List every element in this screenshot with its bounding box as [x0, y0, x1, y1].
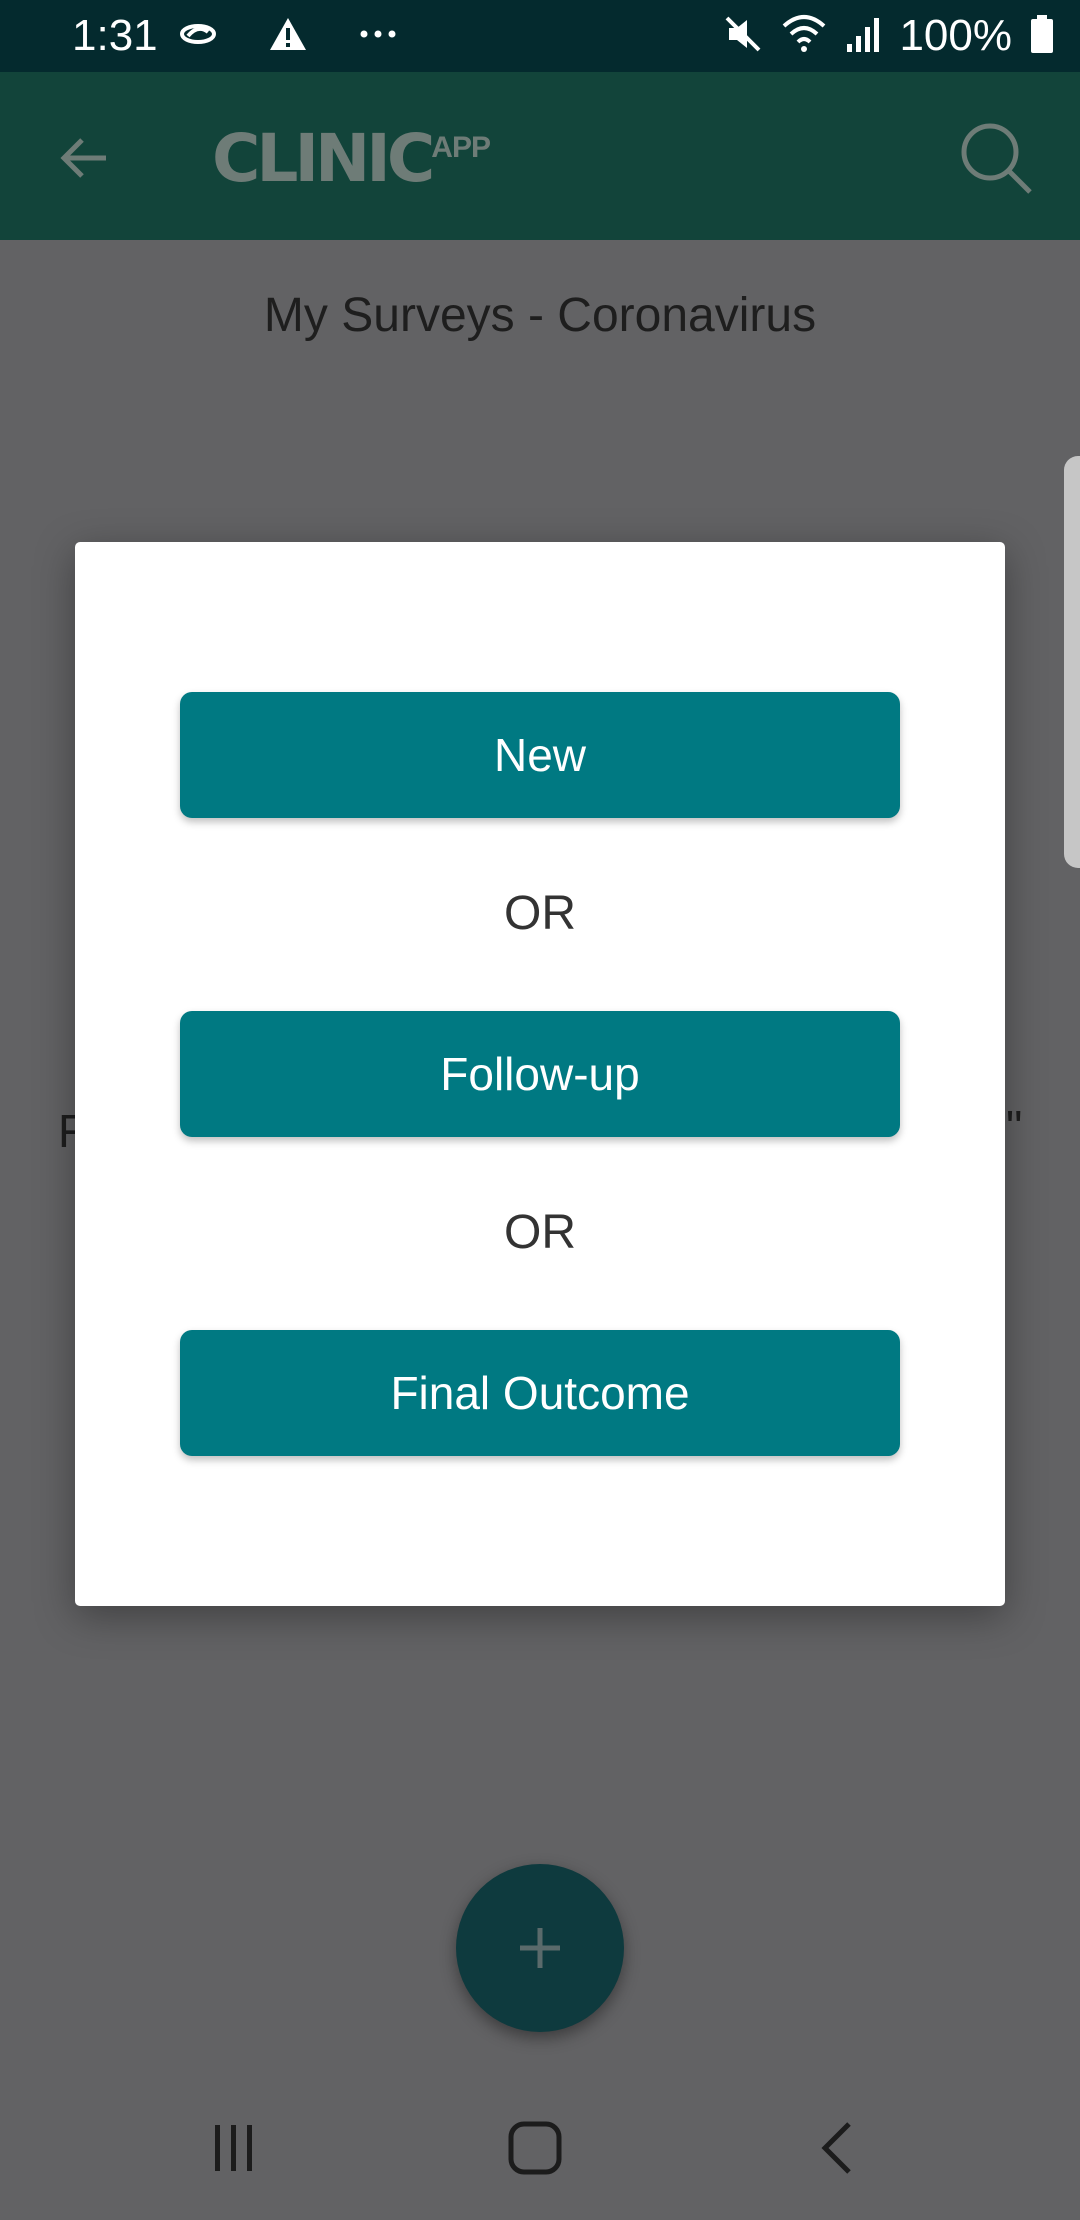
final-outcome-button[interactable]: Final Outcome [180, 1330, 900, 1456]
warning-icon [268, 16, 308, 57]
add-survey-button[interactable] [456, 1864, 624, 2032]
survey-type-dialog: New OR Follow-up OR Final Outcome [75, 542, 1005, 1606]
home-button[interactable] [485, 2098, 585, 2198]
home-icon [508, 2121, 562, 2175]
system-nav-bar [0, 2076, 1080, 2220]
back-icon [821, 2122, 851, 2174]
search-button[interactable] [956, 118, 1036, 198]
plus-icon [520, 1928, 560, 1968]
arrow-back-icon [60, 138, 106, 178]
or-label: OR [504, 887, 576, 940]
scrollbar-handle[interactable] [1064, 456, 1080, 868]
signal-icon [845, 14, 881, 59]
search-icon [961, 123, 1032, 194]
new-button[interactable]: New [180, 692, 900, 818]
follow-up-button[interactable]: Follow-up [180, 1011, 900, 1137]
back-button[interactable] [52, 126, 116, 190]
status-time: 1:31 [72, 11, 158, 60]
app-bar: CLINIC APP [0, 72, 1080, 240]
mute-icon [723, 14, 763, 59]
obscured-list-text-right: " [1006, 1101, 1023, 1153]
page-title: My Surveys - Coronavirus [263, 289, 817, 342]
sync-icon [178, 22, 218, 51]
wifi-icon [781, 14, 827, 59]
recent-apps-icon [215, 2125, 252, 2171]
status-left-icons [178, 12, 398, 60]
battery-icon [1030, 14, 1054, 59]
status-bar: 1:31 100% [0, 0, 1080, 72]
nav-back-button[interactable] [787, 2098, 887, 2198]
recent-apps-button[interactable] [184, 2098, 284, 2198]
status-right-icons: 100% [723, 10, 1054, 62]
or-label: OR [504, 1206, 576, 1259]
more-icon [358, 27, 398, 45]
app-logo: CLINIC APP [212, 119, 491, 197]
battery-percent: 100% [899, 11, 1012, 60]
